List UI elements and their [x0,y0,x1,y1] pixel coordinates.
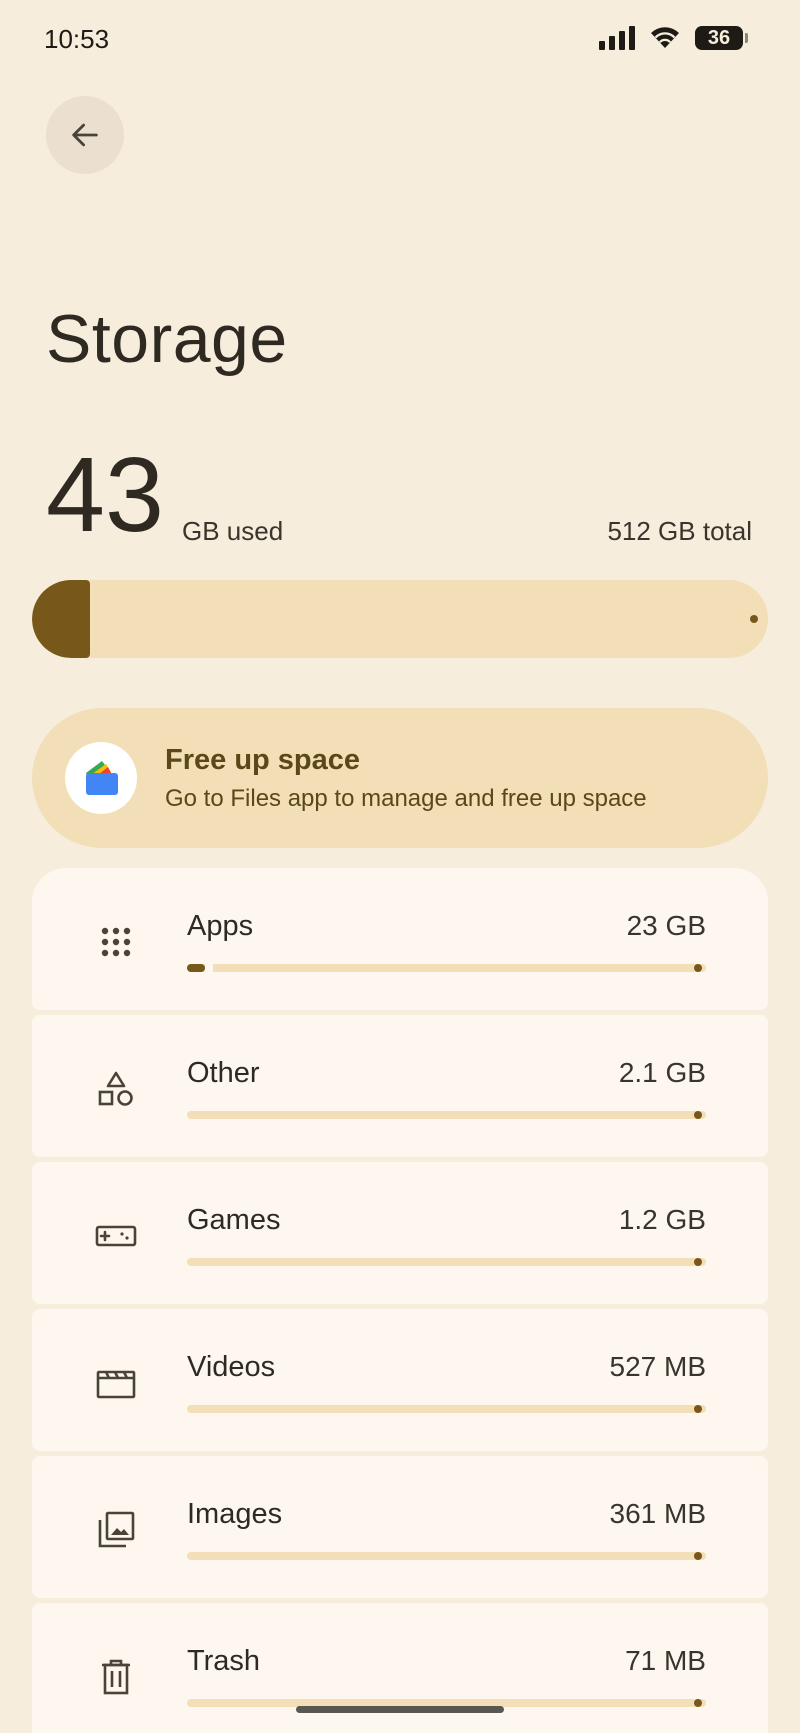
status-bar: 10:53 36 [0,0,800,80]
category-usage-bar [187,1552,706,1560]
wifi-icon [651,27,679,48]
category-label: Other [187,1057,260,1089]
category-usage-bar [187,963,706,973]
status-icons: 36 [599,26,748,50]
category-row-trash[interactable]: Trash 71 MB [32,1603,768,1733]
storage-usage-bar [32,580,768,658]
category-bar-end-dot [694,1699,702,1707]
category-usage-bar [187,1405,706,1413]
category-label: Games [187,1204,281,1236]
category-bar-end-dot [694,964,702,972]
category-usage-fill [187,964,205,972]
category-usage-bar [187,1111,706,1119]
status-time: 10:53 [44,24,110,54]
category-row-other[interactable]: Other 2.1 GB [32,1015,768,1157]
used-value: 43 [46,436,164,554]
storage-bar-end-dot [750,615,758,623]
signal-icon [599,26,635,50]
category-bar-end-dot [694,1111,702,1119]
apps-grid-icon [94,920,138,964]
used-unit: GB used [182,516,284,546]
category-label: Trash [187,1645,261,1677]
battery-icon: 36 [695,26,748,50]
category-size: 23 GB [626,910,706,941]
page-title: Storage [46,301,288,377]
back-button[interactable] [46,96,124,174]
battery-level: 36 [695,26,743,50]
gamepad-icon [94,1214,138,1258]
category-label: Videos [187,1351,276,1383]
category-label: Apps [187,910,254,942]
category-row-games[interactable]: Games 1.2 GB [32,1162,768,1304]
category-size: 71 MB [625,1645,706,1676]
category-bar-end-dot [694,1405,702,1413]
category-bar-end-dot [694,1552,702,1560]
shapes-icon [94,1067,138,1111]
files-app-icon [65,742,137,814]
category-size: 1.2 GB [618,1204,706,1235]
images-icon [94,1508,138,1552]
movie-icon [94,1361,138,1405]
total-storage: 512 GB total [607,516,752,546]
free-up-space-card[interactable]: Free up space Go to Files app to manage … [32,708,768,848]
category-row-videos[interactable]: Videos 527 MB [32,1309,768,1451]
arrow-left-icon [72,123,98,147]
trash-icon [94,1655,138,1699]
category-bar-gap [205,963,213,973]
free-up-space-title: Free up space [165,743,361,776]
category-usage-bar [187,1258,706,1266]
category-row-apps[interactable]: Apps 23 GB [32,868,768,1010]
home-indicator[interactable] [296,1706,504,1713]
free-up-space-subtitle: Go to Files app to manage and free up sp… [165,784,647,812]
category-row-images[interactable]: Images 361 MB [32,1456,768,1598]
category-bar-end-dot [694,1258,702,1266]
storage-category-list: Apps 23 GB Other 2.1 GB Games 1.2 GB Vid… [32,868,768,1733]
category-size: 361 MB [609,1498,707,1529]
category-label: Images [187,1498,283,1530]
category-size: 2.1 GB [618,1057,706,1088]
storage-usage-fill [32,580,90,658]
category-size: 527 MB [609,1351,707,1382]
